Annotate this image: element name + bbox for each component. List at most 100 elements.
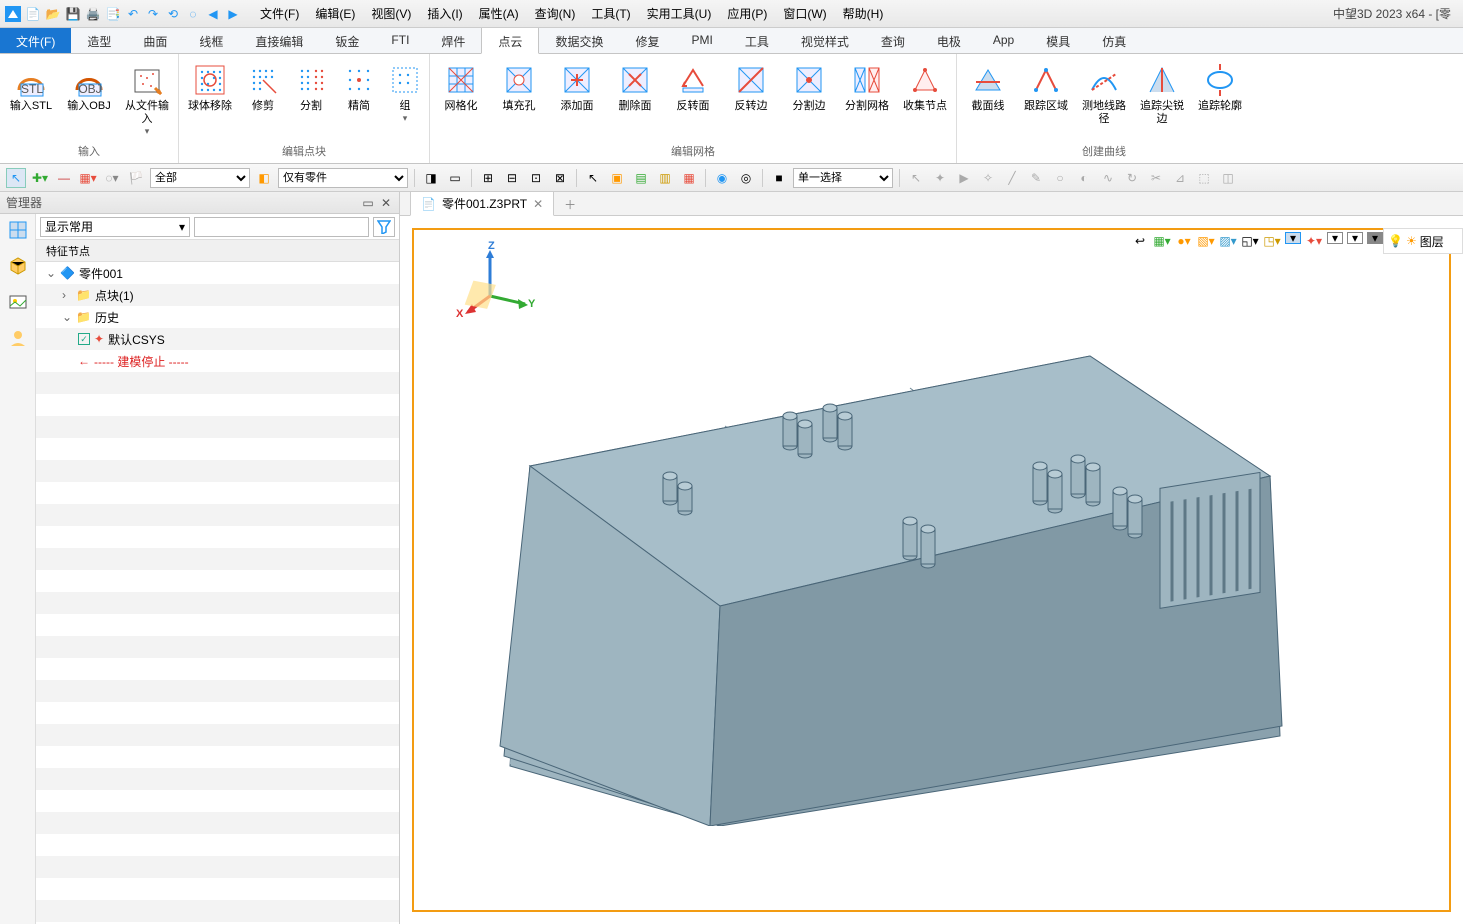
filter-part-select[interactable]: 仅有零件 bbox=[278, 168, 408, 188]
strip-image-icon[interactable] bbox=[6, 290, 30, 314]
print-preview-icon[interactable]: 📑 bbox=[104, 5, 122, 23]
btn-addface[interactable]: 添加面 bbox=[552, 62, 602, 113]
btn-collectnode[interactable]: 收集节点 bbox=[900, 62, 950, 113]
btn-simplify[interactable]: 精简 bbox=[339, 62, 379, 113]
undo-icon[interactable]: ↶ bbox=[124, 5, 142, 23]
fit-icon[interactable]: ⟲ bbox=[164, 5, 182, 23]
ribbon-tab-mold[interactable]: 模具 bbox=[1030, 28, 1086, 53]
menu-file[interactable]: 文件(F) bbox=[252, 1, 307, 26]
tb-icon-10[interactable]: ▦ bbox=[679, 168, 699, 188]
filter-all-select[interactable]: 全部 bbox=[150, 168, 250, 188]
ribbon-tab-direct[interactable]: 直接编辑 bbox=[239, 28, 319, 53]
ribbon-tab-weld[interactable]: 焊件 bbox=[425, 28, 481, 53]
tb-icon-16[interactable]: ✧ bbox=[978, 168, 998, 188]
expand-icon[interactable]: ⌄ bbox=[62, 310, 72, 324]
menu-help[interactable]: 帮助(H) bbox=[835, 1, 892, 26]
tb-icon-4[interactable]: ⊟ bbox=[502, 168, 522, 188]
vp-icon-cube1[interactable]: ▧▾ bbox=[1197, 232, 1215, 250]
menu-edit[interactable]: 编辑(E) bbox=[307, 1, 363, 26]
add-tab-button[interactable]: ＋ bbox=[558, 194, 582, 215]
tb-icon-18[interactable]: ✎ bbox=[1026, 168, 1046, 188]
tb-icon-22[interactable]: ↻ bbox=[1122, 168, 1142, 188]
strip-cube-icon[interactable] bbox=[6, 254, 30, 278]
btn-import-stl[interactable]: STL 输入STL bbox=[6, 62, 56, 113]
tb-icon-2[interactable]: ▭ bbox=[445, 168, 465, 188]
save-icon[interactable]: 💾 bbox=[64, 5, 82, 23]
vp-icon-cube3[interactable]: ◱▾ bbox=[1241, 232, 1259, 250]
app-logo-icon[interactable] bbox=[4, 5, 22, 23]
select-mode[interactable]: 单一选择 bbox=[793, 168, 893, 188]
tree-filter-button[interactable] bbox=[373, 217, 395, 237]
ribbon-tab-query[interactable]: 查询 bbox=[865, 28, 921, 53]
back-icon[interactable]: ◀ bbox=[204, 5, 222, 23]
tree-csys[interactable]: ✓ ✦ 默认CSYS bbox=[36, 328, 399, 350]
print-icon[interactable]: 🖨️ bbox=[84, 5, 102, 23]
ribbon-tab-electrode[interactable]: 电极 bbox=[921, 28, 977, 53]
ribbon-tab-file[interactable]: 文件(F) bbox=[0, 28, 71, 53]
vp-icon-rect3[interactable]: ▾ bbox=[1347, 232, 1363, 244]
menu-view[interactable]: 视图(V) bbox=[363, 1, 419, 26]
vp-icon-3[interactable]: ●▾ bbox=[1175, 232, 1193, 250]
tree-blocks[interactable]: › 📁 点块(1) bbox=[36, 284, 399, 306]
btn-mesh[interactable]: 网格化 bbox=[436, 62, 486, 113]
tb-icon-11[interactable]: ◉ bbox=[712, 168, 732, 188]
btn-sharpedge[interactable]: 追踪尖锐边 bbox=[1137, 62, 1187, 126]
ribbon-tab-exchange[interactable]: 数据交换 bbox=[539, 28, 619, 53]
tb-icon-17[interactable]: ╱ bbox=[1002, 168, 1022, 188]
vp-icon-grey[interactable]: ▾ bbox=[1367, 232, 1383, 244]
menu-util[interactable]: 实用工具(U) bbox=[639, 1, 720, 26]
cursor-icon[interactable]: ↖ bbox=[6, 168, 26, 188]
expand-icon[interactable]: ⌄ bbox=[46, 266, 56, 280]
menu-window[interactable]: 窗口(W) bbox=[775, 1, 834, 26]
vp-icon-rect2[interactable]: ▾ bbox=[1327, 232, 1343, 244]
tb-icon-21[interactable]: ∿ bbox=[1098, 168, 1118, 188]
new-icon[interactable]: 📄 bbox=[24, 5, 42, 23]
viewport[interactable]: ↩ ▦▾ ●▾ ▧▾ ▨▾ ◱▾ ◳▾ ▾ ✦▾ ▾ ▾ ▾ ◫▾ 💡 ☀ 图层 bbox=[400, 216, 1463, 924]
btn-track-region[interactable]: 跟踪区域 bbox=[1021, 62, 1071, 113]
flag-icon[interactable]: 🏳️ bbox=[126, 168, 146, 188]
menu-tool[interactable]: 工具(T) bbox=[583, 1, 638, 26]
tb-icon-23[interactable]: ✂ bbox=[1146, 168, 1166, 188]
menu-query[interactable]: 查询(N) bbox=[527, 1, 584, 26]
bulb-icon[interactable]: 💡 bbox=[1388, 234, 1403, 248]
add-icon[interactable]: ✚▾ bbox=[30, 168, 50, 188]
btn-split[interactable]: 分割 bbox=[291, 62, 331, 113]
ribbon-tab-pmi[interactable]: PMI bbox=[675, 28, 728, 53]
ribbon-tab-visual[interactable]: 视觉样式 bbox=[785, 28, 865, 53]
tb-icon-9[interactable]: ▥ bbox=[655, 168, 675, 188]
ribbon-tab-wireframe[interactable]: 线框 bbox=[183, 28, 239, 53]
strip-tree-icon[interactable] bbox=[6, 218, 30, 242]
btn-delface[interactable]: 删除面 bbox=[610, 62, 660, 113]
ribbon-tab-shape[interactable]: 造型 bbox=[71, 28, 127, 53]
strip-user-icon[interactable] bbox=[6, 326, 30, 350]
tree-root[interactable]: ⌄ 🔷 零件001 bbox=[36, 262, 399, 284]
sun-icon[interactable]: ☀ bbox=[1406, 234, 1417, 248]
btn-group[interactable]: 组▾ bbox=[387, 62, 423, 124]
tb-icon-5[interactable]: ⊡ bbox=[526, 168, 546, 188]
tb-cursor2-icon[interactable]: ↖ bbox=[583, 168, 603, 188]
tb-icon-25[interactable]: ⬚ bbox=[1194, 168, 1214, 188]
tb-icon-3[interactable]: ⊞ bbox=[478, 168, 498, 188]
tree-stop[interactable]: ← ----- 建模停止 ----- bbox=[36, 350, 399, 372]
btn-trim[interactable]: 修剪 bbox=[243, 62, 283, 113]
tb-icon-19[interactable]: ○ bbox=[1050, 168, 1070, 188]
tb-icon-12[interactable]: ◎ bbox=[736, 168, 756, 188]
btn-import-file[interactable]: 从文件输入 ▾ bbox=[122, 62, 172, 137]
btn-flipface[interactable]: 反转面 bbox=[668, 62, 718, 113]
btn-sphere-remove[interactable]: 球体移除 bbox=[185, 62, 235, 113]
panel-minimize-icon[interactable]: ▭ bbox=[361, 196, 375, 210]
ribbon-tab-sheetmetal[interactable]: 钣金 bbox=[319, 28, 375, 53]
vp-icon-rect1[interactable]: ▾ bbox=[1285, 232, 1301, 244]
ribbon-tab-fti[interactable]: FTI bbox=[375, 28, 425, 53]
tb-icon-14[interactable]: ✦ bbox=[930, 168, 950, 188]
cube-icon[interactable]: ◧ bbox=[254, 168, 274, 188]
tb-icon-8[interactable]: ▤ bbox=[631, 168, 651, 188]
viewport-layers-panel[interactable]: 💡 ☀ 图层 bbox=[1383, 228, 1463, 254]
tb-icon-stop[interactable]: ■ bbox=[769, 168, 789, 188]
tree-history[interactable]: ⌄ 📁 历史 bbox=[36, 306, 399, 328]
tree-display-select[interactable]: 显示常用▾ bbox=[40, 217, 190, 237]
menu-insert[interactable]: 插入(I) bbox=[419, 1, 470, 26]
ribbon-tab-pointcloud[interactable]: 点云 bbox=[481, 28, 539, 54]
btn-splitedge[interactable]: 分割边 bbox=[784, 62, 834, 113]
tb-icon-24[interactable]: ⊿ bbox=[1170, 168, 1190, 188]
